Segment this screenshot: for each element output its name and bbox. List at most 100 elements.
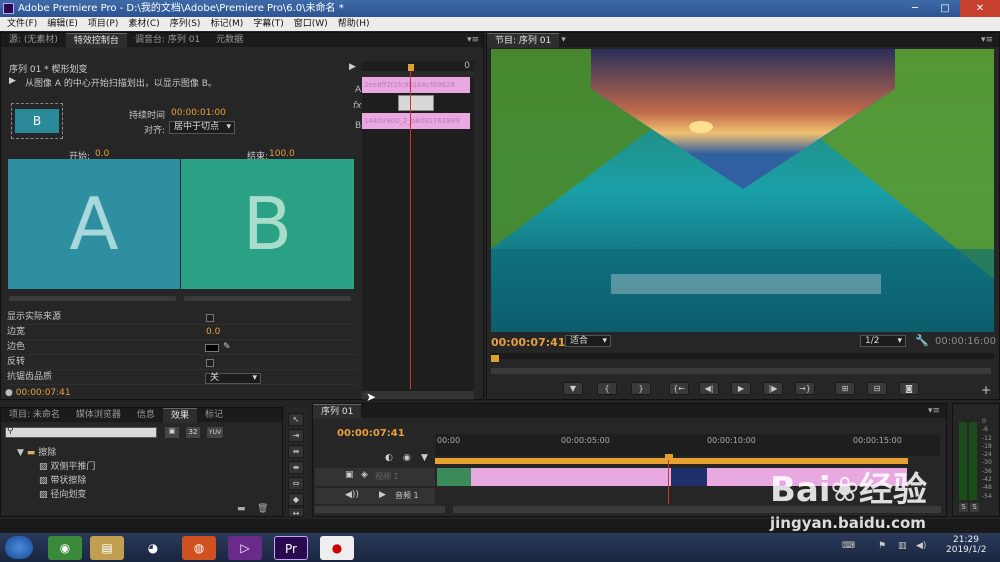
effect-item[interactable]: ▨ 带状擦除	[1, 474, 271, 488]
tray-volume-icon[interactable]: ◀)	[916, 541, 926, 551]
panel-menu-icon[interactable]: ▾≡	[928, 406, 940, 416]
folder-wipe[interactable]: ▼ ▬ 擦除	[1, 446, 271, 460]
clip-a[interactable]: 2ee8ff2f2fc9b1b8cf69628	[362, 77, 470, 93]
export-frame-camera-icon[interactable]: ◙	[899, 382, 919, 395]
snap-icon[interactable]: ◐	[385, 453, 393, 463]
tab-program[interactable]: 节目: 序列 01	[487, 32, 560, 48]
yuv-effects-badge[interactable]: YUV	[207, 427, 223, 438]
start-slider[interactable]	[9, 296, 176, 301]
lift-button[interactable]: ⊞	[835, 382, 855, 395]
effects-search-input[interactable]	[5, 427, 157, 438]
border-color-swatch[interactable]	[205, 344, 219, 352]
menu-help[interactable]: 帮助(H)	[333, 17, 375, 31]
menu-sequence[interactable]: 序列(S)	[165, 17, 206, 31]
chevron-down-icon[interactable]: ▾	[561, 35, 566, 45]
reverse-checkbox[interactable]	[206, 359, 214, 367]
eye-icon[interactable]: ▣	[345, 470, 354, 480]
maximize-button[interactable]: □	[930, 0, 960, 17]
menu-clip[interactable]: 素材(C)	[123, 17, 164, 31]
tab-source[interactable]: 源: (无素材)	[1, 33, 66, 47]
track-select-tool-icon[interactable]: ⇥	[288, 429, 304, 442]
tray-network-icon[interactable]: ▥	[898, 541, 907, 551]
media-app-icon[interactable]: ▷	[228, 536, 262, 560]
marker-icon[interactable]: ◉	[403, 453, 411, 463]
menu-title[interactable]: 字幕(T)	[248, 17, 289, 31]
qq-icon[interactable]: ◕	[136, 536, 170, 560]
add-marker-icon[interactable]: ▼	[421, 453, 428, 463]
end-value[interactable]: 100.0	[269, 149, 295, 159]
ripple-edit-tool-icon[interactable]: ⇹	[288, 445, 304, 458]
align-dropdown[interactable]: 居中于切点 ▾	[169, 121, 235, 134]
clip-b[interactable]: 1440x900_2_b8d91762889	[362, 113, 470, 129]
tab-markers[interactable]: 标记	[197, 408, 231, 422]
lock-icon[interactable]: ◈	[361, 470, 368, 480]
effect-item[interactable]: ▨ 径向划变	[1, 488, 271, 502]
ec-playhead-marker[interactable]	[408, 64, 414, 71]
tab-audio-mixer[interactable]: 调音台: 序列 01	[127, 33, 208, 47]
timeline-playhead-marker[interactable]	[665, 454, 673, 460]
add-button-icon[interactable]: +	[981, 383, 991, 397]
program-timecode[interactable]: 00:00:07:41	[491, 336, 565, 349]
go-to-in-button[interactable]: {←	[669, 382, 689, 395]
antialias-dropdown[interactable]: 关 ▾	[205, 373, 261, 384]
menu-file[interactable]: 文件(F)	[2, 17, 42, 31]
start-value[interactable]: 0.0	[95, 149, 109, 159]
32bit-effects-badge[interactable]: 32	[186, 427, 200, 438]
ec-timeline-scrollbar[interactable]	[362, 391, 474, 399]
add-marker-button[interactable]: ▼	[563, 382, 583, 395]
accelerated-effects-icon[interactable]: ▣	[165, 427, 179, 438]
tab-project[interactable]: 项目: 未命名	[1, 408, 68, 422]
start-button-icon[interactable]	[5, 536, 33, 559]
selection-tool-icon[interactable]: ↖	[288, 413, 304, 426]
go-to-out-button[interactable]: →}	[795, 382, 815, 395]
tray-clock[interactable]: 21:29 2019/1/2	[946, 535, 986, 555]
transition-thumbnail[interactable]: B	[15, 109, 59, 133]
rate-stretch-tool-icon[interactable]: ⇔	[288, 477, 304, 490]
file-explorer-icon[interactable]: ▤	[90, 536, 124, 560]
duration-value[interactable]: 00:00:01:00	[171, 108, 226, 118]
clip-thumbnail-b[interactable]	[671, 468, 707, 486]
record-icon[interactable]: ●	[320, 536, 354, 560]
solo-right-button[interactable]: S	[970, 503, 979, 512]
play-preview-icon[interactable]: ▶	[9, 76, 16, 86]
timeline-timecode[interactable]: 00:00:07:41	[337, 428, 405, 439]
play-button[interactable]: ▶	[731, 382, 751, 395]
step-forward-button[interactable]: |▶	[763, 382, 783, 395]
browser-360-icon[interactable]: ◉	[48, 536, 82, 560]
firefox-icon[interactable]: ◍	[182, 536, 216, 560]
new-bin-icon[interactable]: ▬	[237, 504, 246, 514]
extract-button[interactable]: ⊟	[867, 382, 887, 395]
premiere-taskbar-icon[interactable]: Pr	[274, 536, 308, 560]
expand-arrow-icon[interactable]: ▶	[349, 62, 356, 72]
rolling-edit-tool-icon[interactable]: ⇼	[288, 461, 304, 474]
wrench-icon[interactable]: 🔧	[915, 334, 929, 347]
razor-tool-icon[interactable]: ◆	[288, 493, 304, 506]
menu-edit[interactable]: 编辑(E)	[42, 17, 83, 31]
effect-item[interactable]: ▨ 双侧平推门	[1, 460, 271, 474]
mark-out-button[interactable]: }	[631, 382, 651, 395]
tab-metadata[interactable]: 元数据	[208, 33, 251, 47]
expand-arrow-icon[interactable]: ▶	[379, 490, 386, 500]
fit-dropdown[interactable]: 适合 ▾	[565, 335, 611, 347]
tab-sequence[interactable]: 序列 01	[313, 403, 362, 419]
delete-icon[interactable]: 🗑	[257, 504, 268, 514]
minimize-button[interactable]: ─	[900, 0, 930, 17]
menu-marker[interactable]: 标记(M)	[205, 17, 248, 31]
video-clip-a[interactable]	[471, 468, 671, 486]
ec-timecode-value[interactable]: 00:00:07:41	[16, 388, 71, 398]
program-scrub-bar[interactable]	[491, 368, 991, 374]
mark-in-button[interactable]: {	[597, 382, 617, 395]
tab-media-browser[interactable]: 媒体浏览器	[68, 408, 129, 422]
clip-thumbnail-a[interactable]	[437, 468, 471, 486]
menu-window[interactable]: 窗口(W)	[289, 17, 333, 31]
end-slider[interactable]	[184, 296, 351, 301]
close-button[interactable]: ✕	[960, 0, 1000, 17]
tab-info[interactable]: 信息	[129, 408, 163, 422]
menu-project[interactable]: 项目(P)	[83, 17, 123, 31]
timeline-zoom-scrollbar[interactable]	[315, 506, 445, 513]
speaker-icon[interactable]: ◀))	[345, 490, 359, 500]
tray-keyboard-icon[interactable]: ⌨	[842, 541, 855, 551]
transition-clip[interactable]	[398, 95, 434, 111]
solo-left-button[interactable]: S	[959, 503, 968, 512]
slip-tool-icon[interactable]: ↔	[288, 507, 304, 518]
